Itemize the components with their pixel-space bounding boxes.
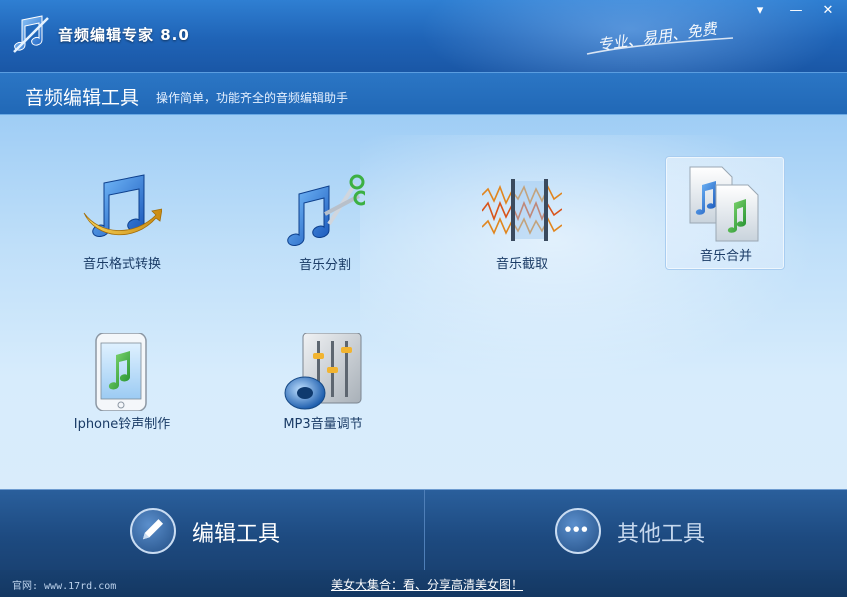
tool-label: Iphone铃声制作 [73, 417, 171, 432]
more-dots-icon [555, 508, 601, 554]
menu-dropdown-button[interactable]: ▾ [748, 2, 772, 20]
tools-panel: 音乐格式转换 音乐分割 音乐截取 音乐合并 Iphone铃声制作 MP3音量调节 [0, 115, 847, 489]
music-convert-icon [83, 174, 162, 237]
tool-music-format-convert[interactable]: 音乐格式转换 [62, 165, 182, 279]
tab-other-tools[interactable]: 其他工具 [425, 490, 847, 571]
music-merge-documents-icon [689, 166, 759, 242]
title-bar[interactable]: 音频编辑专家 8.0 专业、易用、免费 ▾ — ✕ [0, 0, 847, 100]
tool-music-merge[interactable]: 音乐合并 [665, 156, 785, 270]
tool-iphone-ringtone[interactable]: Iphone铃声制作 [62, 325, 182, 439]
tab-edit-tools[interactable]: 编辑工具 [0, 490, 424, 571]
app-title: 音频编辑专家 8.0 [58, 26, 190, 44]
section-title: 音频编辑工具 [25, 87, 140, 109]
music-split-scissors-icon [287, 174, 365, 246]
promo-link[interactable]: 美女大集合：看、分享高清美女图！ [331, 576, 523, 593]
tool-music-split[interactable]: 音乐分割 [265, 166, 385, 280]
close-button[interactable]: ✕ [816, 2, 840, 20]
tab-label: 其他工具 [617, 522, 706, 547]
tool-mp3-volume[interactable]: MP3音量调节 [263, 325, 383, 439]
iphone-ringtone-icon [95, 333, 147, 411]
app-logo-icon [13, 15, 49, 53]
tool-label: 音乐截取 [495, 257, 548, 272]
volume-mixer-icon [284, 333, 362, 410]
minimize-button[interactable]: — [784, 2, 808, 20]
bottom-tab-bar: 编辑工具 其他工具 [0, 489, 847, 571]
tool-music-cut[interactable]: 音乐截取 [462, 165, 582, 279]
section-description: 操作简单，功能齐全的音频编辑助手 [156, 91, 349, 105]
tool-label: 音乐格式转换 [82, 257, 161, 272]
pencil-icon [130, 508, 176, 554]
tool-label: MP3音量调节 [283, 417, 363, 432]
app-window: 音频编辑专家 8.0 专业、易用、免费 ▾ — ✕ 音频编辑工具 操作简单，功能… [0, 0, 847, 597]
status-bar: 官网: www.17rd.com 美女大集合：看、分享高清美女图！ [0, 570, 847, 597]
tab-label: 编辑工具 [192, 522, 281, 547]
section-header: 音频编辑工具 操作简单，功能齐全的音频编辑助手 [0, 72, 847, 115]
tool-label: 音乐分割 [298, 258, 351, 273]
waveform-cut-icon [482, 179, 562, 241]
official-site-text: 官网: www.17rd.com [12, 581, 117, 592]
tool-label: 音乐合并 [699, 249, 752, 264]
